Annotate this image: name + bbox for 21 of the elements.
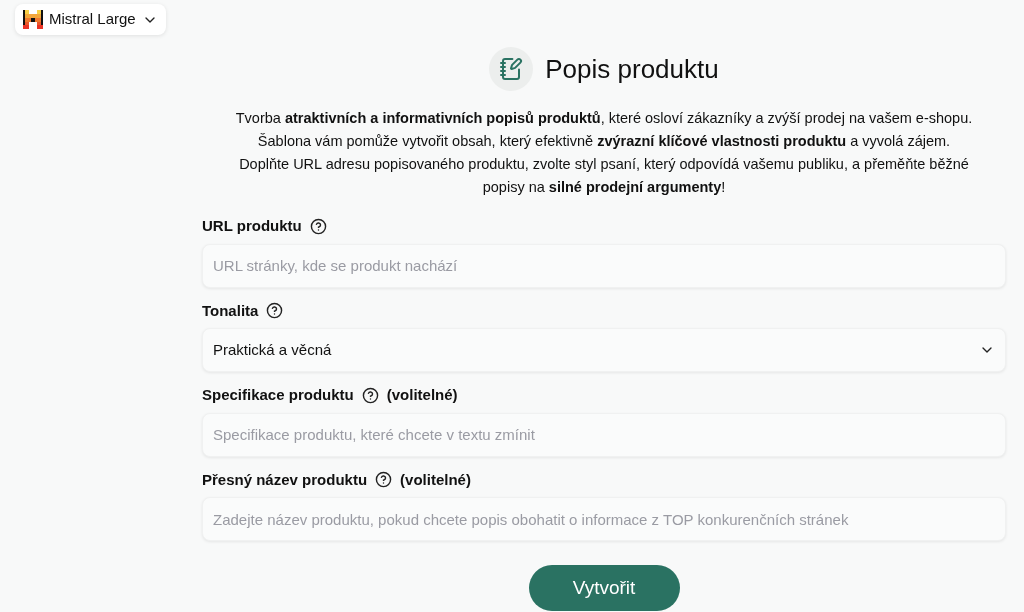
m-logo-icon <box>23 10 43 29</box>
optional-note: (volitelné) <box>400 469 471 490</box>
help-icon[interactable] <box>266 302 284 320</box>
select-value: Praktická a věcná <box>213 339 332 360</box>
text-field[interactable]: Zadejte název produktu, pokud chcete popis obohatit o informace z TOP konkurenčních stránek <box>202 497 1006 541</box>
help-icon[interactable] <box>361 386 379 404</box>
field-label: Tonalita <box>202 300 259 321</box>
help-icon[interactable] <box>309 217 327 235</box>
field-label: Specifikace produktu <box>202 385 354 405</box>
field-label: Přesný název produktu <box>202 469 368 490</box>
model-selector[interactable]: Mistral Large <box>15 4 166 35</box>
text-field[interactable]: Specifikace produktu, které chcete v textu zmínit <box>202 412 1006 457</box>
optional-note: (volitelné) <box>386 385 458 405</box>
text-field[interactable]: URL stránky, kde se produkt nachází <box>202 243 1006 288</box>
page-title: Popis produktu <box>545 52 719 86</box>
description: Tvorba atraktivních a informativních popisů produktů, které osloví zákazníky a zvýší prodej na vašem e-shopu. Šablona vám pomůže vytvořit obsah, který efektivně zvýrazní klíčové vlastnosti produktu a vyvolá zájem. Doplňte URL adresu popisovaného produktu, zvolte styl psaní, který odpovídá vašemu publiku, a přeměňte běžné popisy na silné prodejní argumenty! <box>234 109 974 197</box>
notebook-pen-icon <box>489 47 534 91</box>
help-icon[interactable] <box>375 471 393 489</box>
field-label: URL produktu <box>202 216 302 236</box>
create-button[interactable]: Vytvořit <box>528 565 680 611</box>
select-field[interactable]: Praktická a věcná <box>202 328 1006 372</box>
